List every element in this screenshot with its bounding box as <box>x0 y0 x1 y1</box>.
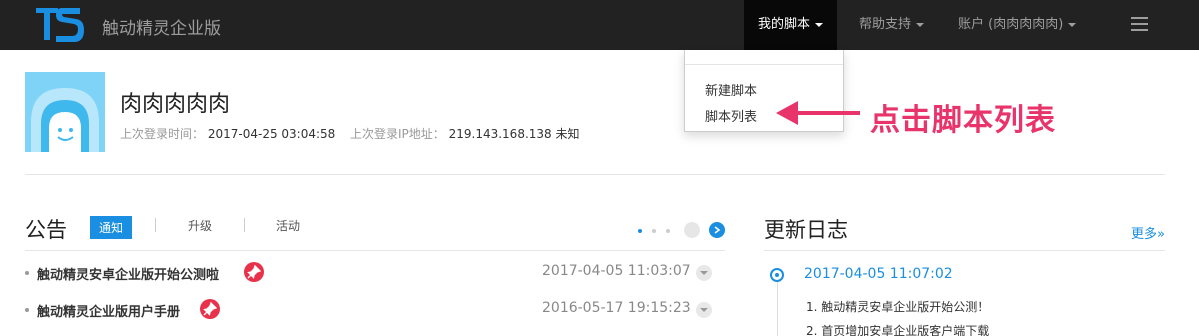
notice-date: 2016-05-17 19:15:23 <box>542 300 691 316</box>
chevron-down-icon <box>815 22 824 27</box>
tab-upgrade[interactable]: 升级 <box>188 217 212 234</box>
pager-prev-button[interactable] <box>684 222 700 238</box>
timeline-dot-icon <box>770 268 784 282</box>
dropdown-item-new-script[interactable]: 新建脚本 <box>705 80 757 99</box>
pager-dot[interactable] <box>652 229 656 233</box>
tab-divider <box>155 218 156 232</box>
notices-title: 公告 <box>25 218 67 242</box>
username: 肉肉肉肉肉 <box>120 92 231 117</box>
annotation-arrow-icon <box>776 101 860 125</box>
changelog-date: 2017-04-05 11:07:02 <box>804 266 953 282</box>
last-login-ip: 上次登录IP地址： 219.143.168.138 未知 <box>350 125 580 142</box>
notice-title[interactable]: 触动精灵企业版用户手册 <box>37 301 180 320</box>
changelog-title: 更新日志 <box>764 218 848 242</box>
pager-next-button[interactable] <box>709 222 725 238</box>
bullet-icon <box>25 271 29 275</box>
nav-help-label: 帮助支持 <box>859 17 912 32</box>
more-link[interactable]: 更多» <box>1131 223 1165 242</box>
profile-divider <box>25 174 1165 175</box>
list-item[interactable]: 触动精灵企业版用户手册 2016-05-17 19:15:23 <box>25 297 725 323</box>
chevron-right-icon <box>714 226 721 234</box>
annotation-text: 点击脚本列表 <box>870 103 1056 138</box>
pager-dot[interactable] <box>666 229 670 233</box>
dropdown-divider <box>685 64 843 65</box>
pager-dot-active[interactable] <box>638 229 642 233</box>
menu-icon[interactable] <box>1131 17 1148 32</box>
pin-icon <box>200 299 220 319</box>
nav-my-scripts[interactable]: 我的脚本 <box>744 0 838 50</box>
chevron-down-icon <box>1068 22 1077 27</box>
expand-icon[interactable] <box>696 265 712 281</box>
last-login-value: 2017-04-25 03:04:58 <box>207 127 336 141</box>
tab-notice[interactable]: 通知 <box>90 216 133 239</box>
bullet-icon <box>25 308 29 312</box>
ts-logo-icon[interactable] <box>34 6 86 44</box>
dropdown-item-script-list[interactable]: 脚本列表 <box>705 106 757 125</box>
nav-help[interactable]: 帮助支持 <box>845 0 938 50</box>
nav-account[interactable]: 账户 (肉肉肉肉肉) <box>944 0 1090 50</box>
changelog-item: 2. 首页增加安卓企业版客户端下载 <box>806 324 990 336</box>
timeline-line <box>777 275 778 336</box>
notice-date: 2017-04-05 11:03:07 <box>542 263 691 279</box>
last-login-label: 上次登录时间： <box>120 127 205 141</box>
expand-icon[interactable] <box>696 302 712 318</box>
pin-icon <box>244 262 264 282</box>
nav-account-label: 账户 (肉肉肉肉肉) <box>958 17 1064 32</box>
brand-title[interactable]: 触动精灵企业版 <box>102 14 221 39</box>
changelog-divider <box>764 250 1165 251</box>
changelog-item: 1. 触动精灵安卓企业版开始公测！ <box>806 300 990 314</box>
tab-divider <box>244 218 245 232</box>
last-ip-label: 上次登录IP地址： <box>350 127 445 141</box>
tab-activity[interactable]: 活动 <box>276 217 300 234</box>
last-login-time: 上次登录时间： 2017-04-25 03:04:58 <box>120 125 335 142</box>
last-ip-value: 219.143.168.138 未知 <box>448 127 580 141</box>
avatar[interactable] <box>25 72 105 152</box>
notice-title[interactable]: 触动精灵安卓企业版开始公测啦 <box>37 264 219 283</box>
chevron-down-icon <box>916 22 925 27</box>
top-navbar: 触动精灵企业版 我的脚本 帮助支持 账户 (肉肉肉肉肉) <box>0 0 1199 50</box>
nav-my-scripts-label: 我的脚本 <box>758 17 811 32</box>
notices-divider <box>25 250 725 251</box>
list-item[interactable]: 触动精灵安卓企业版开始公测啦 2017-04-05 11:03:07 <box>25 260 725 286</box>
